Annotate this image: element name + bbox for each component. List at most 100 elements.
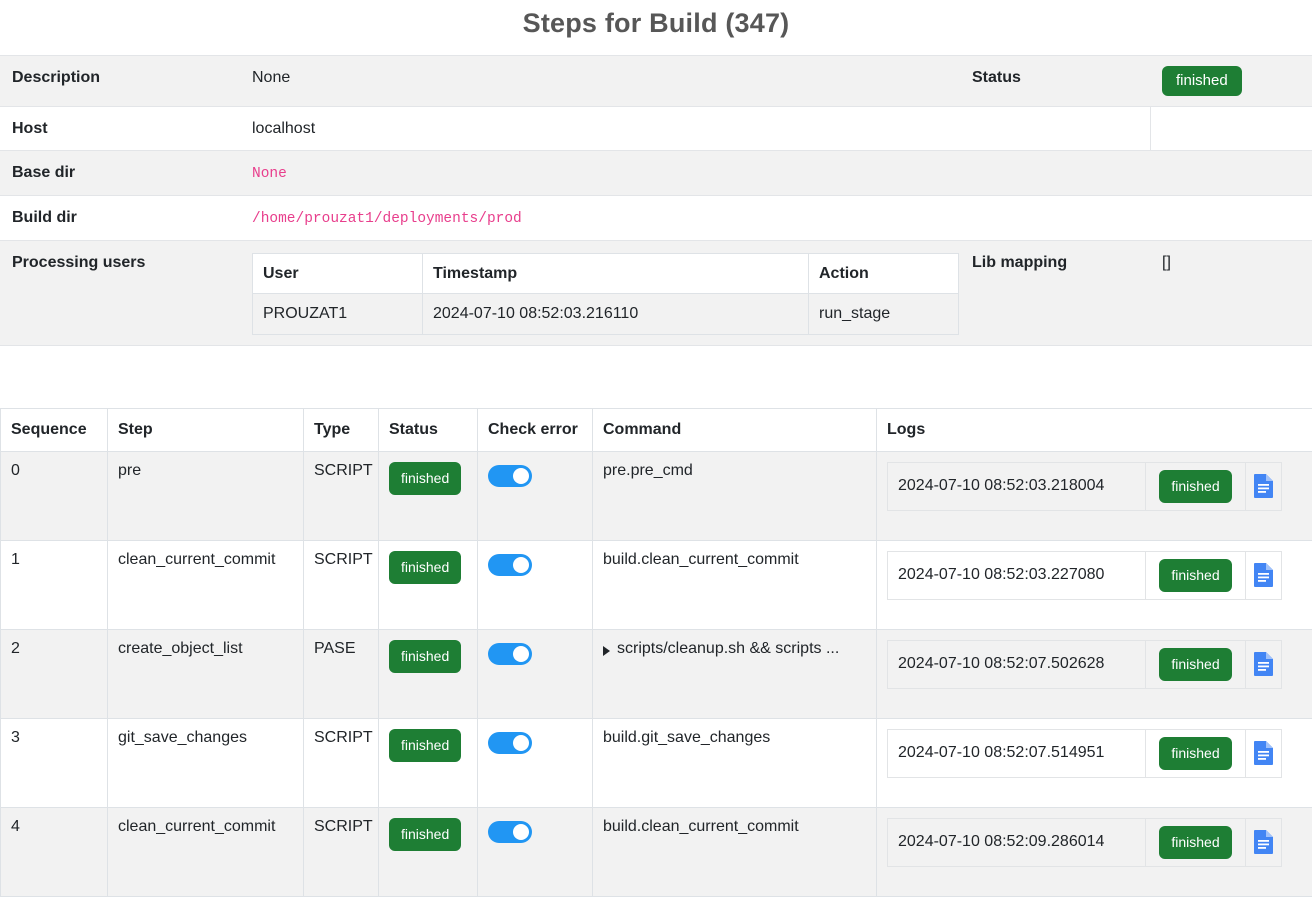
steps-col-logs[interactable]: Logs	[877, 408, 1312, 451]
users-cell-timestamp: 2024-07-10 08:52:03.216110	[423, 294, 809, 334]
log-row: 2024-07-10 08:52:03.218004 finished	[888, 462, 1282, 510]
users-header-row: User Timestamp Action	[253, 254, 959, 294]
command-text: build.clean_current_commit	[603, 551, 799, 569]
log-open-cell[interactable]	[1246, 818, 1282, 866]
log-open-cell[interactable]	[1246, 640, 1282, 688]
log-row: 2024-07-10 08:52:07.514951 finished	[888, 729, 1282, 777]
info-label-host: Host	[0, 107, 240, 151]
command-disclosure[interactable]: pre.pre_cmd	[603, 462, 868, 480]
log-row: 2024-07-10 08:52:07.502628 finished	[888, 640, 1282, 688]
check-error-toggle[interactable]	[488, 821, 532, 843]
log-timestamp: 2024-07-10 08:52:07.502628	[888, 640, 1146, 688]
check-error-toggle[interactable]	[488, 554, 532, 576]
command-disclosure[interactable]: scripts/cleanup.sh && scripts ...	[603, 640, 868, 658]
log-status-badge: finished	[1159, 470, 1231, 503]
cell-type: SCRIPT	[304, 540, 379, 629]
steps-table: Sequence Step Type Status Check error Co…	[0, 408, 1312, 897]
log-status-cell: finished	[1146, 818, 1246, 866]
check-error-toggle[interactable]	[488, 643, 532, 665]
log-timestamp: 2024-07-10 08:52:09.286014	[888, 818, 1146, 866]
step-status-badge: finished	[389, 551, 461, 584]
steps-col-type[interactable]: Type	[304, 408, 379, 451]
cell-step: clean_current_commit	[108, 807, 304, 896]
cell-check-error	[478, 807, 593, 896]
command-text: scripts/cleanup.sh && scripts ...	[617, 640, 839, 658]
users-cell-user: PROUZAT1	[253, 294, 423, 334]
cell-command: build.clean_current_commit	[593, 807, 877, 896]
cell-check-error	[478, 540, 593, 629]
check-error-toggle[interactable]	[488, 732, 532, 754]
processing-users-table: User Timestamp Action PROUZAT1 2024-07-1…	[252, 253, 959, 334]
document-icon[interactable]	[1253, 473, 1275, 499]
info-label-base-dir: Base dir	[0, 151, 240, 196]
step-status-badge: finished	[389, 462, 461, 495]
cell-command: build.git_save_changes	[593, 718, 877, 807]
page-root: Steps for Build (347) Description None S…	[0, 0, 1312, 897]
cell-logs: 2024-07-10 08:52:03.227080 finished	[877, 540, 1312, 629]
steps-col-step[interactable]: Step	[108, 408, 304, 451]
command-disclosure[interactable]: build.clean_current_commit	[603, 551, 868, 569]
cell-sequence: 0	[1, 451, 108, 540]
log-status-badge: finished	[1159, 559, 1231, 592]
cell-status: finished	[379, 807, 478, 896]
steps-col-command[interactable]: Command	[593, 408, 877, 451]
info-label-build-dir: Build dir	[0, 196, 240, 241]
cell-type: SCRIPT	[304, 718, 379, 807]
cell-step: create_object_list	[108, 629, 304, 718]
info-row-build-dir: Build dir /home/prouzat1/deployments/pro…	[0, 196, 1312, 241]
log-open-cell[interactable]	[1246, 729, 1282, 777]
command-text: build.git_save_changes	[603, 729, 770, 747]
cell-logs: 2024-07-10 08:52:09.286014 finished	[877, 807, 1312, 896]
document-icon[interactable]	[1253, 740, 1275, 766]
table-row: 3 git_save_changes SCRIPT finished build…	[1, 718, 1312, 807]
cell-type: SCRIPT	[304, 451, 379, 540]
table-row: 2 create_object_list PASE finished scrip…	[1, 629, 1312, 718]
info-value-build-dir: /home/prouzat1/deployments/prod	[240, 196, 1312, 241]
steps-col-check-error[interactable]: Check error	[478, 408, 593, 451]
check-error-toggle[interactable]	[488, 465, 532, 487]
cell-command: scripts/cleanup.sh && scripts ...	[593, 629, 877, 718]
toggle-knob	[513, 824, 529, 840]
info-blank-host	[1150, 107, 1312, 151]
document-icon[interactable]	[1253, 651, 1275, 677]
logs-table: 2024-07-10 08:52:07.502628 finished	[887, 640, 1282, 689]
build-info-table: Description None Status finished Host lo…	[0, 55, 1312, 346]
command-disclosure[interactable]: build.git_save_changes	[603, 729, 868, 747]
info-spacer-host	[960, 107, 1150, 151]
cell-check-error	[478, 718, 593, 807]
info-row-processing-users: Processing users User Timestamp Action	[0, 241, 1312, 345]
toggle-knob	[513, 557, 529, 573]
steps-col-sequence[interactable]: Sequence	[1, 408, 108, 451]
log-status-cell: finished	[1146, 462, 1246, 510]
info-value-description: None	[240, 56, 960, 107]
logs-table: 2024-07-10 08:52:03.227080 finished	[887, 551, 1282, 600]
log-status-cell: finished	[1146, 551, 1246, 599]
toggle-knob	[513, 646, 529, 662]
build-dir-code: /home/prouzat1/deployments/prod	[252, 211, 522, 227]
info-label-lib-mapping: Lib mapping	[960, 241, 1150, 345]
cell-status: finished	[379, 451, 478, 540]
cell-step: git_save_changes	[108, 718, 304, 807]
log-timestamp: 2024-07-10 08:52:03.227080	[888, 551, 1146, 599]
log-row: 2024-07-10 08:52:09.286014 finished	[888, 818, 1282, 866]
cell-sequence: 1	[1, 540, 108, 629]
info-label-description: Description	[0, 56, 240, 107]
cell-type: PASE	[304, 629, 379, 718]
logs-body: 2024-07-10 08:52:07.514951 finished	[888, 729, 1282, 777]
step-status-badge: finished	[389, 640, 461, 673]
info-value-status: finished	[1150, 56, 1312, 107]
info-row-description: Description None Status finished	[0, 56, 1312, 107]
log-status-cell: finished	[1146, 640, 1246, 688]
steps-col-status[interactable]: Status	[379, 408, 478, 451]
cell-command: build.clean_current_commit	[593, 540, 877, 629]
log-open-cell[interactable]	[1246, 551, 1282, 599]
cell-logs: 2024-07-10 08:52:07.502628 finished	[877, 629, 1312, 718]
logs-table: 2024-07-10 08:52:03.218004 finished	[887, 462, 1282, 511]
document-icon[interactable]	[1253, 562, 1275, 588]
log-timestamp: 2024-07-10 08:52:07.514951	[888, 729, 1146, 777]
info-row-host: Host localhost	[0, 107, 1312, 151]
page-title: Steps for Build (347)	[0, 0, 1312, 55]
chevron-right-icon[interactable]	[603, 646, 610, 656]
log-open-cell[interactable]	[1246, 462, 1282, 510]
table-row: 4 clean_current_commit SCRIPT finished b…	[1, 807, 1312, 896]
